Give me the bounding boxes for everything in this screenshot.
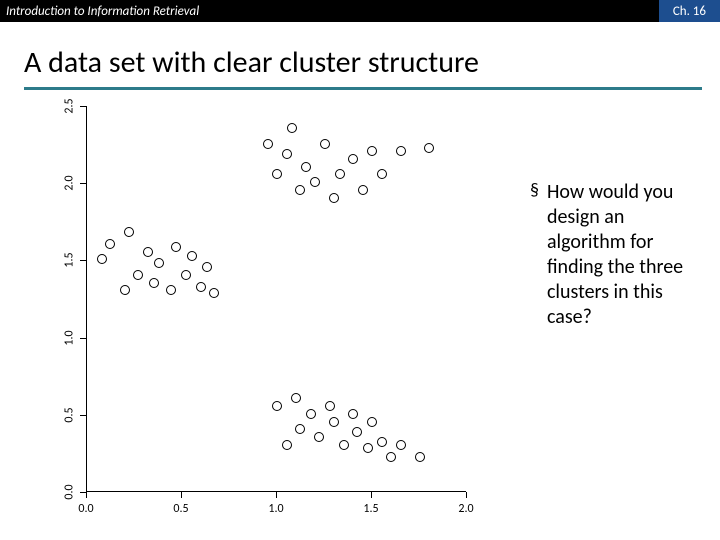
data-point	[314, 432, 324, 442]
scatter-chart: 0.0 0.5 1.0 1.5 2.0 2.5 0.0 0.5 1.0 1.5 2.0	[28, 100, 478, 530]
data-point	[367, 417, 377, 427]
y-tick	[80, 183, 86, 184]
header-bar: Introduction to Information Retrieval Ch…	[0, 0, 720, 22]
data-point	[320, 139, 330, 149]
data-point	[202, 262, 212, 272]
header-left: Introduction to Information Retrieval	[0, 4, 659, 19]
data-point	[187, 251, 197, 261]
data-point	[149, 278, 159, 288]
x-tick	[466, 492, 467, 498]
data-point	[120, 285, 130, 295]
data-point	[272, 169, 282, 179]
header-chapter: Ch. 16	[659, 0, 720, 22]
y-tick	[80, 338, 86, 339]
title-area: A data set with clear cluster structure	[0, 22, 720, 98]
slide-title: A data set with clear cluster structure	[24, 44, 702, 81]
slide: Introduction to Information Retrieval Ch…	[0, 0, 720, 540]
data-point	[272, 401, 282, 411]
data-point	[143, 247, 153, 257]
data-point	[287, 123, 297, 133]
data-point	[424, 143, 434, 153]
data-point	[263, 139, 273, 149]
data-point	[325, 401, 335, 411]
x-tick-label: 0.0	[78, 502, 93, 516]
data-point	[329, 193, 339, 203]
x-tick-label: 1.0	[268, 502, 283, 516]
data-point	[335, 169, 345, 179]
data-point	[133, 270, 143, 280]
data-point	[166, 285, 176, 295]
x-tick-label: 2.0	[458, 502, 473, 516]
data-point	[154, 258, 164, 268]
data-point	[105, 239, 115, 249]
bullet-text: How would you design an algorithm for fi…	[547, 180, 700, 330]
data-point	[396, 440, 406, 450]
data-point	[209, 288, 219, 298]
bullet-item: § How would you design an algorithm for …	[530, 180, 700, 330]
title-rule	[24, 87, 702, 90]
data-point	[295, 185, 305, 195]
data-point	[386, 452, 396, 462]
data-point	[415, 452, 425, 462]
data-point	[348, 409, 358, 419]
data-point	[196, 282, 206, 292]
y-tick-label: 2.0	[63, 176, 77, 191]
bullet-mark: §	[530, 180, 539, 330]
data-point	[97, 254, 107, 264]
data-point	[181, 270, 191, 280]
x-tick	[276, 492, 277, 498]
data-point	[171, 242, 181, 252]
y-tick-label: 0.5	[63, 407, 77, 422]
data-point	[358, 185, 368, 195]
data-point	[282, 149, 292, 159]
data-point	[348, 154, 358, 164]
data-point	[363, 443, 373, 453]
x-tick	[371, 492, 372, 498]
x-tick	[181, 492, 182, 498]
x-tick-label: 0.5	[173, 502, 188, 516]
y-tick-label: 1.5	[63, 253, 77, 268]
data-point	[310, 177, 320, 187]
y-tick	[80, 415, 86, 416]
plot-area	[86, 106, 466, 492]
bullet-area: § How would you design an algorithm for …	[530, 180, 700, 330]
data-point	[282, 440, 292, 450]
data-point	[339, 440, 349, 450]
data-point	[295, 424, 305, 434]
content-area: 0.0 0.5 1.0 1.5 2.0 2.5 0.0 0.5 1.0 1.5 2.0 § How …	[0, 100, 720, 540]
data-point	[377, 437, 387, 447]
y-tick	[80, 260, 86, 261]
data-point	[329, 417, 339, 427]
data-point	[301, 162, 311, 172]
y-tick-label: 1.0	[63, 330, 77, 345]
data-point	[367, 146, 377, 156]
x-tick	[86, 492, 87, 498]
data-point	[377, 169, 387, 179]
y-tick-label: 2.5	[63, 98, 77, 113]
data-point	[291, 393, 301, 403]
data-point	[306, 409, 316, 419]
data-point	[124, 227, 134, 237]
data-point	[396, 146, 406, 156]
y-tick	[80, 106, 86, 107]
y-tick-label: 0.0	[63, 484, 77, 499]
data-point	[352, 427, 362, 437]
x-tick-label: 1.5	[363, 502, 378, 516]
